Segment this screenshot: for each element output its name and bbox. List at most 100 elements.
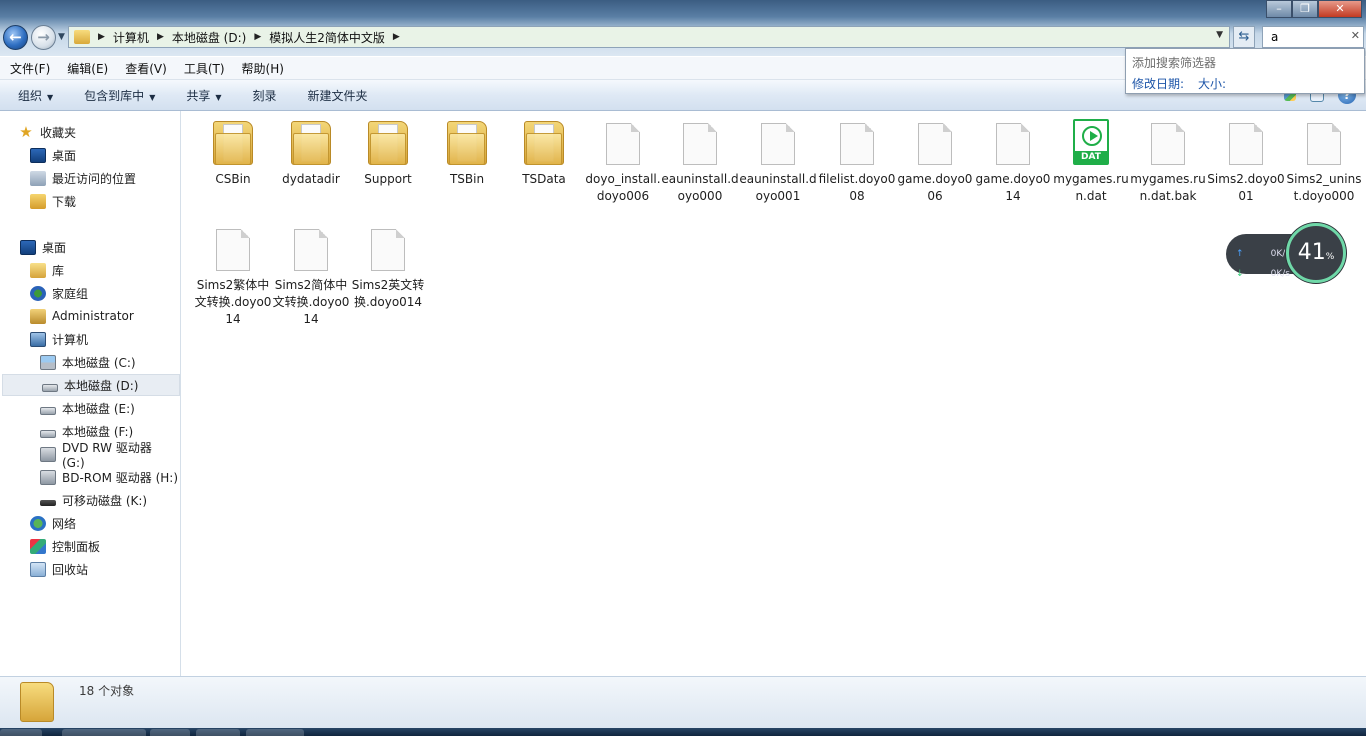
breadcrumb-current-folder[interactable]: 模拟人生2简体中文版	[269, 29, 385, 46]
folder-icon	[74, 30, 90, 44]
chevron-right-icon[interactable]: ▶	[157, 32, 164, 42]
menu-file[interactable]: 文件(F)	[0, 60, 57, 77]
desktop-icon	[20, 239, 36, 255]
include-in-library-button[interactable]: 包含到库中 ▼	[66, 87, 168, 104]
navigation-pane: ★ 收藏夹 桌面 最近访问的位置 下载 桌面 库 家庭组 Administrato…	[0, 111, 181, 676]
nav-label: 收藏夹	[40, 125, 77, 140]
menu-view[interactable]: 查看(V)	[115, 60, 174, 77]
nav-network[interactable]: 网络	[0, 512, 178, 534]
burn-button[interactable]: 刻录	[235, 87, 290, 104]
taskbar-app-button[interactable]	[196, 729, 240, 736]
folder-icon	[213, 119, 253, 167]
filter-size[interactable]: 大小:	[1198, 75, 1226, 92]
file-name: game.doyo006	[897, 172, 973, 203]
file-icon	[1229, 123, 1263, 165]
file-item[interactable]: Sims2简体中文转换.doyo014	[272, 217, 350, 328]
file-item[interactable]: game.doyo014	[974, 111, 1052, 205]
chevron-right-icon[interactable]: ▶	[393, 32, 400, 42]
nav-drive-c[interactable]: 本地磁盘 (C:)	[0, 351, 178, 373]
breadcrumb-computer[interactable]: 计算机	[113, 29, 149, 46]
star-icon: ★	[19, 122, 33, 141]
nav-desktop[interactable]: 桌面	[0, 236, 178, 258]
filter-modified-date[interactable]: 修改日期:	[1132, 75, 1184, 92]
nav-downloads[interactable]: 下载	[0, 190, 178, 212]
nav-libraries[interactable]: 库	[0, 259, 178, 281]
nav-drive-d[interactable]: 本地磁盘 (D:)	[2, 374, 180, 396]
close-icon[interactable]: ✕	[1351, 29, 1360, 42]
file-item[interactable]: eauninstall.doyo000	[661, 111, 739, 205]
nav-recycle-bin[interactable]: 回收站	[0, 558, 178, 580]
file-name: CSBin	[215, 172, 251, 186]
window-controls: – ❐ ✕	[1266, 0, 1362, 18]
file-icon	[216, 229, 250, 271]
start-button[interactable]	[0, 729, 42, 736]
minimize-button[interactable]: –	[1266, 0, 1292, 18]
nav-control-panel[interactable]: 控制面板	[0, 535, 178, 557]
nav-favorites[interactable]: ★ 收藏夹	[0, 121, 178, 143]
nav-drive-g[interactable]: DVD RW 驱动器 (G:)	[0, 441, 178, 470]
address-dropdown-icon[interactable]: ▼	[1216, 30, 1223, 40]
new-folder-button[interactable]: 新建文件夹	[290, 87, 381, 104]
nav-administrator[interactable]: Administrator	[0, 305, 178, 327]
nav-homegroup[interactable]: 家庭组	[0, 282, 178, 304]
nav-computer[interactable]: 计算机	[0, 328, 178, 350]
folder-item[interactable]: TSData	[505, 111, 583, 188]
nav-fav-desktop[interactable]: 桌面	[0, 144, 178, 166]
file-item[interactable]: doyo_install.doyo006	[584, 111, 662, 205]
search-input[interactable]	[1263, 27, 1343, 47]
back-button[interactable]: ←	[3, 25, 28, 50]
recent-pages-dropdown[interactable]: ▼	[58, 32, 65, 42]
dvd-drive-icon	[40, 446, 56, 462]
nav-label: 可移动磁盘 (K:)	[62, 493, 148, 508]
nav-drive-k[interactable]: 可移动磁盘 (K:)	[0, 489, 178, 511]
usage-percent: 41%	[1289, 226, 1343, 284]
nav-drive-e[interactable]: 本地磁盘 (E:)	[0, 397, 178, 419]
file-icon	[683, 123, 717, 165]
search-box[interactable]: ✕	[1262, 26, 1364, 48]
forward-button[interactable]: →	[31, 25, 56, 50]
menu-help[interactable]: 帮助(H)	[232, 60, 291, 77]
chevron-right-icon[interactable]: ▶	[254, 32, 261, 42]
nav-recent-places[interactable]: 最近访问的位置	[0, 167, 178, 189]
file-item[interactable]: Sims2.doyo001	[1207, 111, 1285, 205]
maximize-button[interactable]: ❐	[1292, 0, 1318, 18]
chevron-right-icon[interactable]: ▶	[98, 32, 105, 42]
file-item[interactable]: Sims2英文转换.doyo014	[349, 217, 427, 311]
address-bar[interactable]: ▶ 计算机 ▶ 本地磁盘 (D:) ▶ 模拟人生2简体中文版 ▶ ▼	[68, 26, 1230, 48]
nav-drive-h[interactable]: BD-ROM 驱动器 (H:)	[0, 466, 178, 488]
folder-item[interactable]: TSBin	[428, 111, 506, 188]
folder-item[interactable]: Support	[349, 111, 427, 188]
file-name: mygames.run.dat.bak	[1130, 172, 1206, 203]
file-item[interactable]: mygames.run.dat.bak	[1129, 111, 1207, 205]
taskbar-explorer-button[interactable]	[62, 729, 146, 736]
taskbar-app-button[interactable]	[150, 729, 190, 736]
user-folder-icon	[30, 308, 46, 324]
refresh-button[interactable]: ⇆	[1233, 26, 1255, 48]
folder-item[interactable]: CSBin	[194, 111, 272, 188]
folder-icon	[524, 119, 564, 167]
computer-icon	[30, 331, 46, 347]
folder-item[interactable]: dydatadir	[272, 111, 350, 188]
nav-label: 家庭组	[52, 286, 89, 301]
file-item[interactable]: DAT mygames.run.dat	[1052, 111, 1130, 205]
file-icon	[840, 123, 874, 165]
download-arrow-icon: ↓	[1236, 269, 1244, 279]
file-item[interactable]: Sims2繁体中文转换.doyo014	[194, 217, 272, 328]
breadcrumb-drive-d[interactable]: 本地磁盘 (D:)	[172, 29, 246, 46]
file-icon	[1307, 123, 1341, 165]
removable-drive-icon	[40, 500, 56, 506]
close-button[interactable]: ✕	[1318, 0, 1362, 18]
menu-tools[interactable]: 工具(T)	[174, 60, 232, 77]
share-button[interactable]: 共享 ▼	[168, 87, 234, 104]
taskbar-app-button[interactable]	[246, 729, 304, 736]
file-item[interactable]: filelist.doyo008	[818, 111, 896, 205]
memory-usage-gauge[interactable]: 41%	[1286, 223, 1346, 283]
organize-button[interactable]: 组织 ▼	[0, 87, 66, 104]
file-item[interactable]: game.doyo006	[896, 111, 974, 205]
file-item[interactable]: eauninstall.doyo001	[739, 111, 817, 205]
network-speed-widget[interactable]: ↑ 0K/s ↓ 0K/s 41%	[1226, 223, 1348, 283]
include-in-library-label: 包含到库中	[84, 88, 145, 103]
file-name: dydatadir	[282, 172, 340, 186]
menu-edit[interactable]: 编辑(E)	[57, 60, 115, 77]
file-item[interactable]: Sims2_uninst.doyo000	[1285, 111, 1363, 205]
